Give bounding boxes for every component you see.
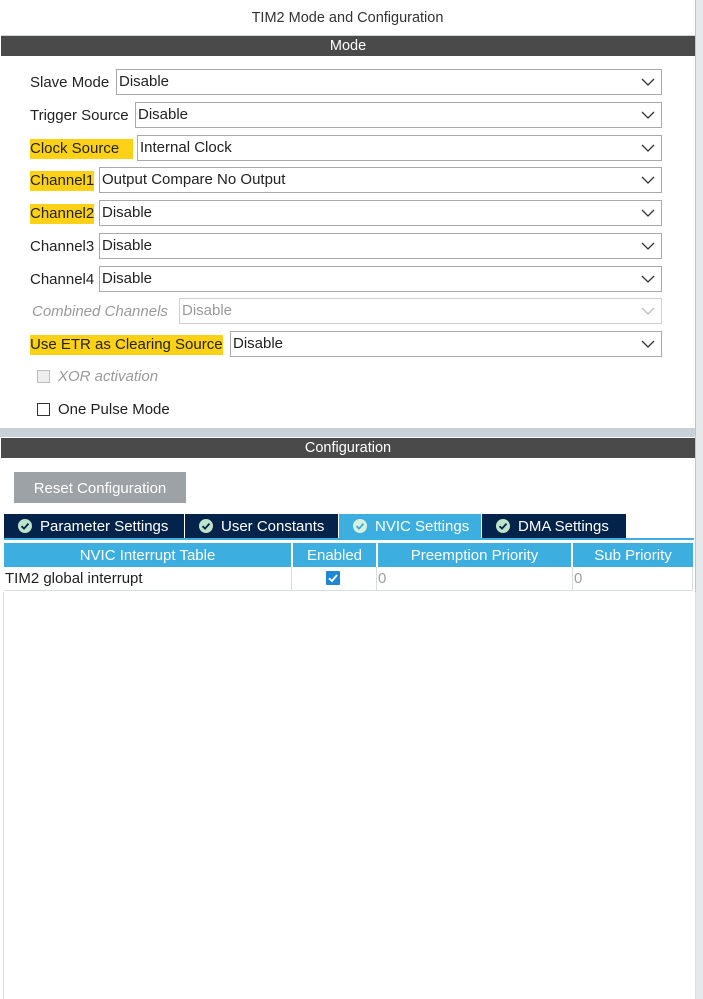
checkbox-label: XOR activation xyxy=(58,368,159,385)
cell-sub-priority[interactable]: 0 xyxy=(573,567,693,591)
field-label: Use ETR as Clearing Source xyxy=(30,335,223,355)
select-value: Disable xyxy=(138,106,189,123)
field-label: Channel2 xyxy=(30,204,95,224)
checkbox-label: One Pulse Mode xyxy=(58,401,170,418)
chevron-down-icon xyxy=(641,340,655,348)
chevron-down-icon xyxy=(641,78,655,86)
tab-label: Parameter Settings xyxy=(40,517,169,535)
channel1-select[interactable]: Output Compare No Output xyxy=(99,167,662,193)
trigger-source-select[interactable]: Disable xyxy=(135,102,662,128)
field-combined-channels: Combined Channels Disable xyxy=(30,298,662,326)
channel4-select[interactable]: Disable xyxy=(99,266,662,292)
field-label: Channel4 xyxy=(30,271,95,288)
field-channel2: Channel2 Disable xyxy=(30,200,662,228)
column-header-sub-priority[interactable]: Sub Priority xyxy=(573,543,693,567)
column-header-enabled[interactable]: Enabled xyxy=(293,543,376,567)
mode-section-header: Mode xyxy=(1,36,695,56)
use-etr-select[interactable]: Disable xyxy=(230,331,662,357)
chevron-down-icon xyxy=(641,144,655,152)
tab-label: User Constants xyxy=(221,517,325,535)
check-circle-icon xyxy=(496,519,510,533)
field-trigger-source: Trigger Source Disable xyxy=(30,102,662,130)
check-icon xyxy=(328,574,338,583)
splitter[interactable] xyxy=(0,428,695,437)
tab-underline xyxy=(4,538,694,540)
field-clock-source: Clock Source Internal Clock xyxy=(30,135,662,163)
select-value: Disable xyxy=(119,73,170,90)
select-value: Output Compare No Output xyxy=(102,171,286,188)
reset-configuration-button[interactable]: Reset Configuration xyxy=(14,472,186,503)
chevron-down-icon xyxy=(641,242,655,250)
cell-interrupt-name: TIM2 global interrupt xyxy=(4,567,292,591)
channel3-select[interactable]: Disable xyxy=(99,233,662,259)
field-channel1: Channel1 Output Compare No Output xyxy=(30,167,662,195)
check-circle-icon xyxy=(199,519,213,533)
field-channel4: Channel4 Disable xyxy=(30,266,662,294)
slave-mode-select[interactable]: Disable xyxy=(116,69,662,95)
tab-label: DMA Settings xyxy=(518,517,609,535)
configuration-section-header: Configuration xyxy=(1,438,695,458)
check-circle-icon xyxy=(18,519,32,533)
field-label: Slave Mode xyxy=(30,74,110,91)
one-pulse-mode-checkbox[interactable]: One Pulse Mode xyxy=(37,401,170,418)
tab-dma-settings[interactable]: DMA Settings xyxy=(482,514,626,538)
xor-activation-checkbox: XOR activation xyxy=(37,368,158,385)
window-title: TIM2 Mode and Configuration xyxy=(251,10,444,26)
tab-label: NVIC Settings xyxy=(375,517,470,535)
select-value: Disable xyxy=(182,302,233,319)
field-label: Combined Channels xyxy=(32,303,168,320)
select-value: Disable xyxy=(233,335,284,352)
chevron-down-icon xyxy=(641,209,655,217)
field-label: Channel3 xyxy=(30,238,95,255)
config-tabs: Parameter Settings User Constants NVIC S… xyxy=(4,514,627,538)
field-channel3: Channel3 Disable xyxy=(30,233,662,261)
chevron-down-icon xyxy=(641,307,655,315)
table-empty-area xyxy=(3,592,696,999)
tab-parameter-settings[interactable]: Parameter Settings xyxy=(4,514,184,538)
check-circle-icon xyxy=(353,519,367,533)
cell-preemption-priority[interactable]: 0 xyxy=(377,567,573,591)
vertical-scrollbar[interactable] xyxy=(695,0,703,999)
select-value: Disable xyxy=(102,270,153,287)
checkbox[interactable] xyxy=(37,403,50,416)
field-slave-mode: Slave Mode Disable xyxy=(30,69,662,97)
checkbox xyxy=(37,370,50,383)
column-header-preemption-priority[interactable]: Preemption Priority xyxy=(378,543,571,567)
enabled-checkbox[interactable] xyxy=(326,571,340,585)
select-value: Internal Clock xyxy=(140,139,232,156)
field-label: Trigger Source xyxy=(30,107,129,124)
combined-channels-select: Disable xyxy=(179,298,662,324)
field-use-etr: Use ETR as Clearing Source Disable xyxy=(30,331,662,359)
clock-source-select[interactable]: Internal Clock xyxy=(137,135,662,161)
channel2-select[interactable]: Disable xyxy=(99,200,662,226)
tab-nvic-settings[interactable]: NVIC Settings xyxy=(339,514,481,538)
chevron-down-icon xyxy=(641,111,655,119)
chevron-down-icon xyxy=(641,176,655,184)
field-label: Channel1 xyxy=(30,171,95,191)
select-value: Disable xyxy=(102,204,153,221)
tab-user-constants[interactable]: User Constants xyxy=(185,514,338,538)
chevron-down-icon xyxy=(641,275,655,283)
column-header-nvic-interrupt-table[interactable]: NVIC Interrupt Table xyxy=(4,543,291,567)
select-value: Disable xyxy=(102,237,153,254)
field-label: Clock Source xyxy=(30,139,134,159)
